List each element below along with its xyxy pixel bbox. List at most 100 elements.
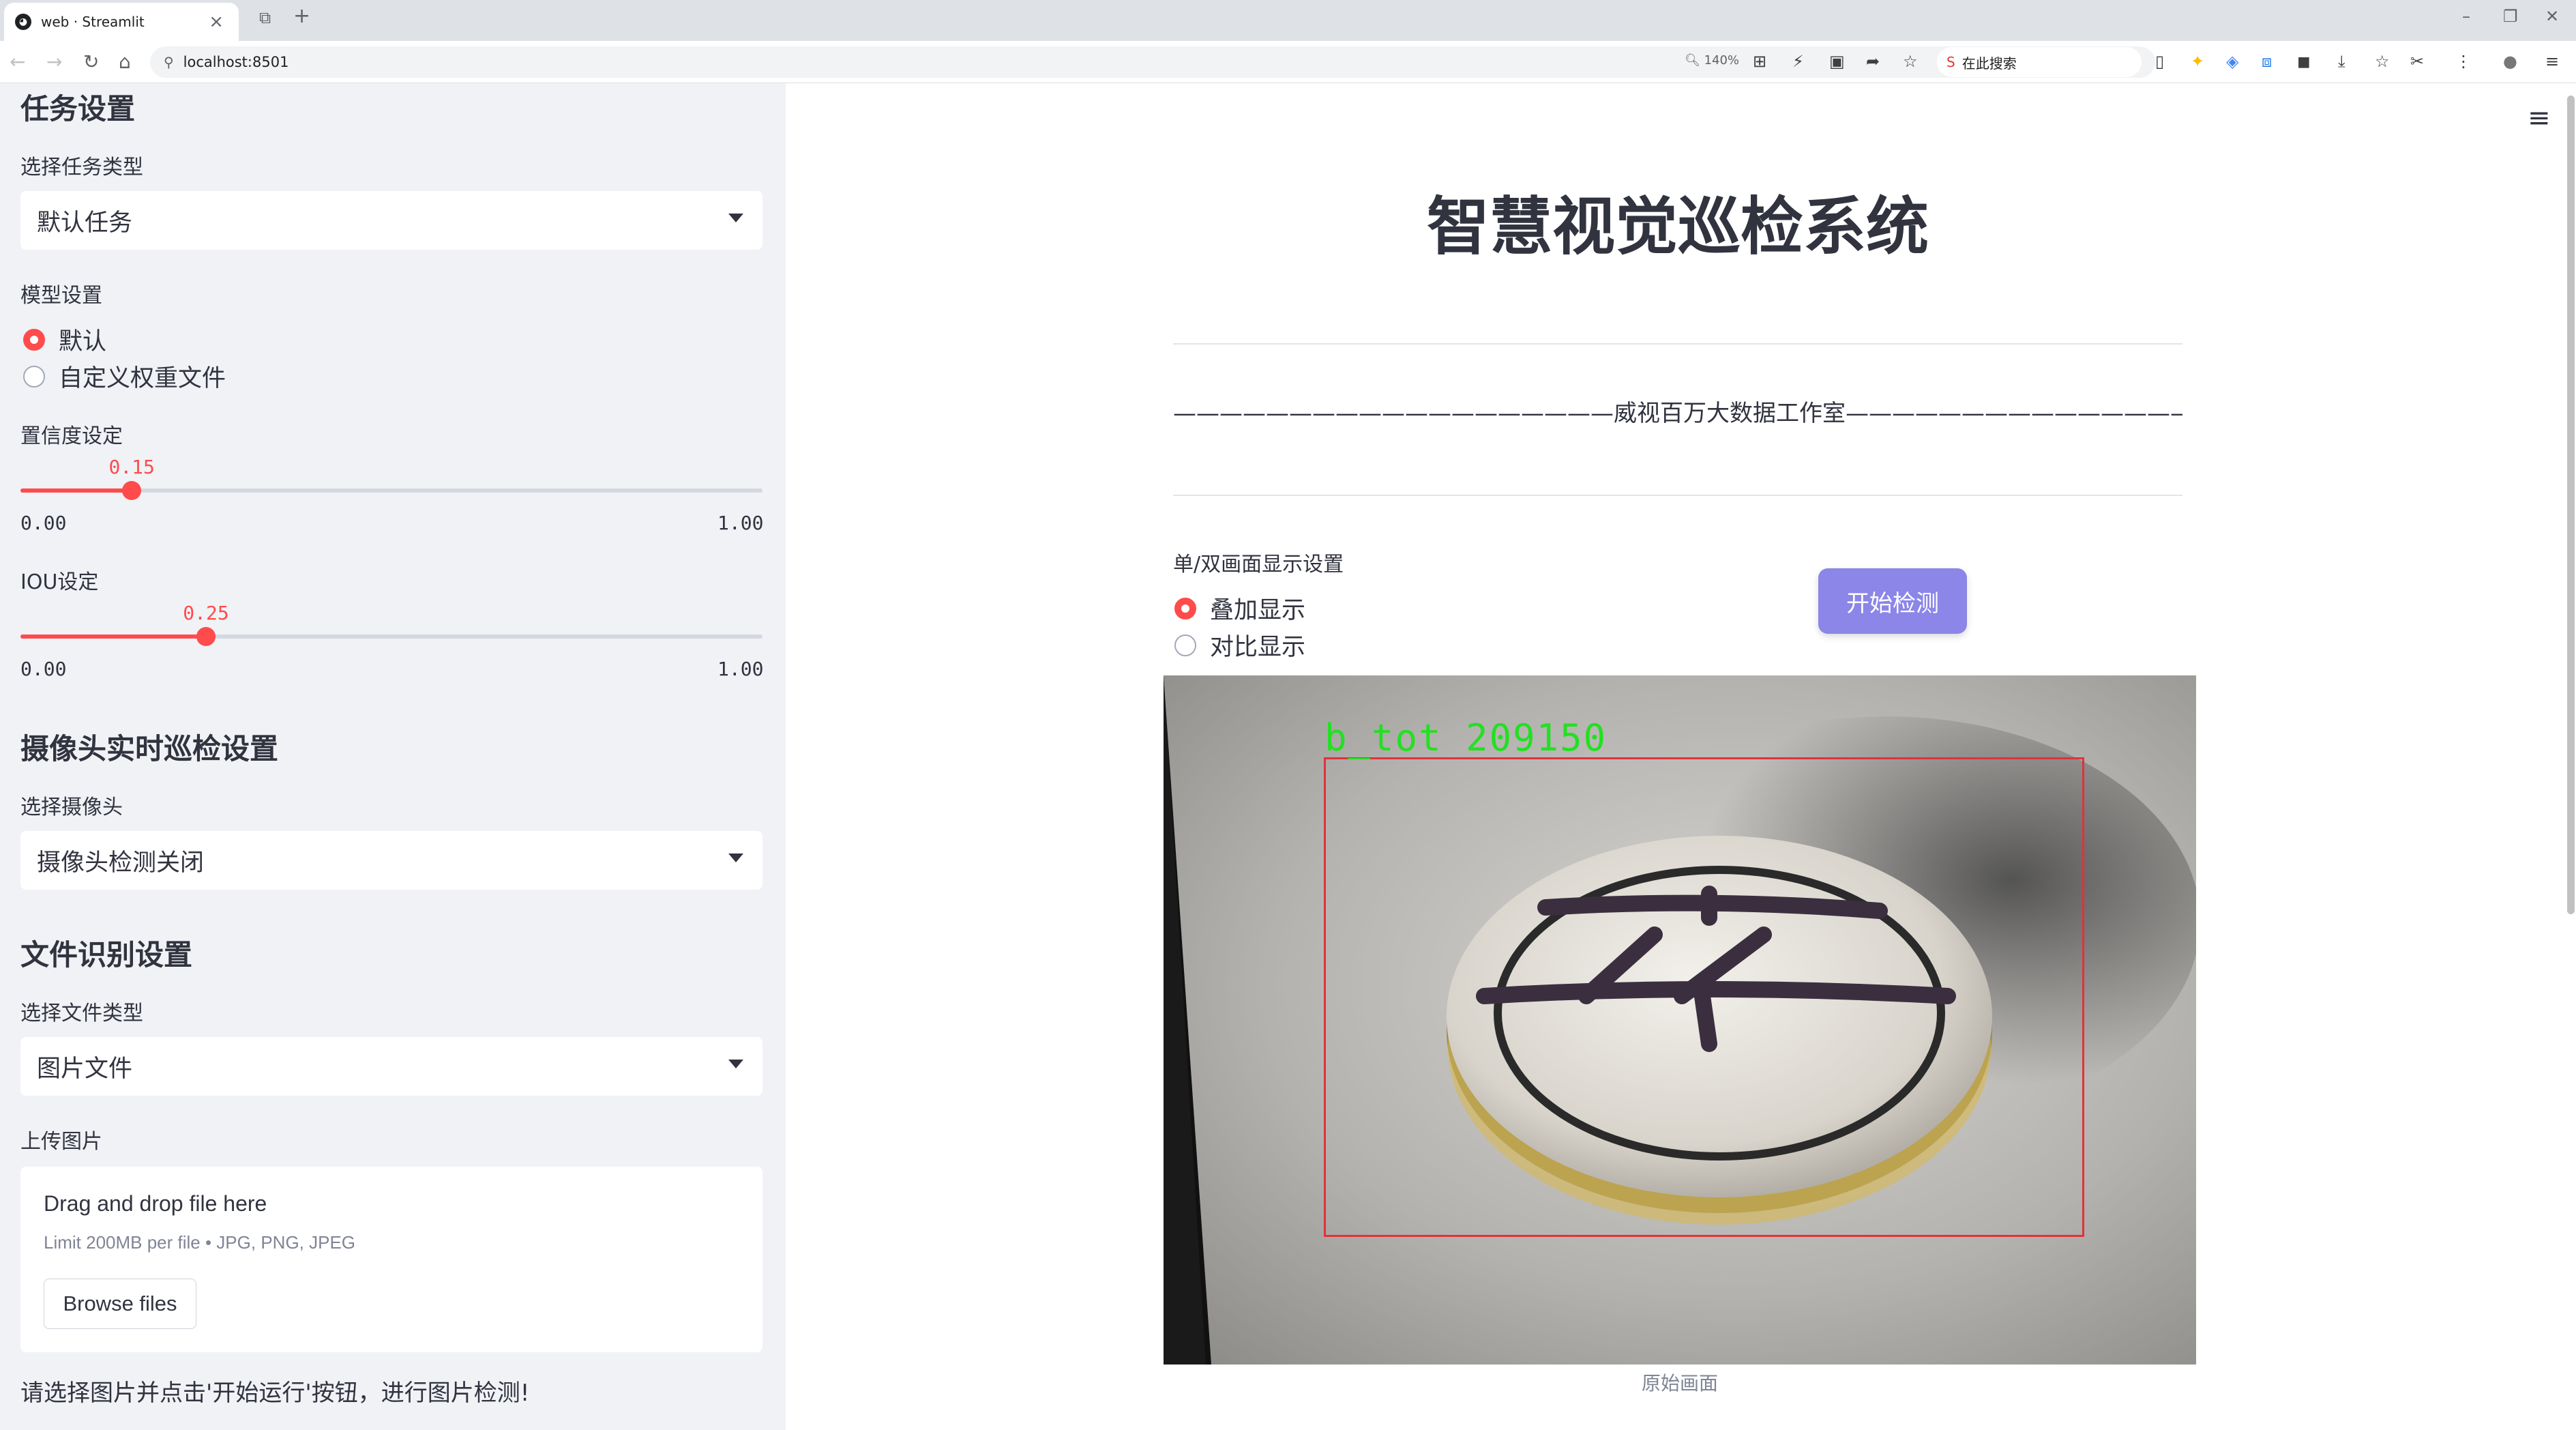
search-box[interactable]: S 在此搜索 <box>1937 47 2142 77</box>
tab-title: web · Streamlit <box>41 14 145 30</box>
iou-label: IOU设定 <box>20 570 99 594</box>
slider-thumb[interactable] <box>196 627 216 646</box>
window-close-icon[interactable]: ✕ <box>2545 7 2559 26</box>
slider-thumb[interactable] <box>122 481 142 500</box>
iou-value: 0.25 <box>183 602 229 624</box>
page-scrollbar[interactable] <box>2567 96 2575 914</box>
iou-max: 1.00 <box>717 658 764 680</box>
favorites-icon[interactable]: ☆ <box>2375 52 2390 71</box>
chevron-down-icon <box>728 853 743 862</box>
task-section-title: 任务设置 <box>20 92 136 126</box>
bookmark-star-icon[interactable]: ☆ <box>1903 52 1918 71</box>
address-bar: ← → ↻ ⌂ ⚲ localhost:8501 🔍︎ 140% ⊞ ⚡ ▣ ➦… <box>0 41 2576 83</box>
limit-text: Limit 200MB per file • JPG, PNG, JPEG <box>44 1232 356 1253</box>
share-icon[interactable]: ➦ <box>1866 52 1880 71</box>
divider <box>1173 495 2182 496</box>
file-type-select[interactable]: 图片文件 <box>20 1037 763 1096</box>
file-type-label: 选择文件类型 <box>20 1002 143 1025</box>
screenshot-icon[interactable]: ▣ <box>1829 52 1845 71</box>
search-placeholder: 在此搜索 <box>1961 55 2017 72</box>
profile-avatar-icon[interactable]: ● <box>2503 52 2517 71</box>
url-text: localhost:8501 <box>183 54 289 70</box>
home-icon[interactable]: ⌂ <box>119 50 131 73</box>
model-option-custom[interactable]: 自定义权重文件 <box>23 359 226 394</box>
site-info-icon[interactable]: ⚲ <box>164 54 174 70</box>
file-type-value: 图片文件 <box>37 1055 133 1083</box>
iou-slider[interactable] <box>20 627 763 646</box>
chevron-down-icon <box>728 1060 743 1068</box>
model-label: 模型设置 <box>20 284 102 308</box>
browse-files-button[interactable]: Browse files <box>44 1279 196 1329</box>
extension-star-icon[interactable]: ✦ <box>2191 52 2204 71</box>
radio-checked-icon <box>23 328 45 351</box>
task-type-label: 选择任务类型 <box>20 156 143 179</box>
reload-icon[interactable]: ↻ <box>83 50 99 73</box>
radio-unchecked-icon <box>23 365 45 388</box>
extension-puzzle-icon[interactable]: ◈ <box>2226 52 2238 71</box>
divider <box>1173 343 2182 345</box>
minimize-icon[interactable]: – <box>2462 7 2470 26</box>
confidence-value: 0.15 <box>108 456 155 478</box>
camera-label: 选择摄像头 <box>20 796 123 819</box>
download-icon[interactable]: ⤓ <box>2338 52 2345 71</box>
slider-fill <box>20 488 132 493</box>
confidence-label: 置信度设定 <box>20 424 123 448</box>
task-type-select[interactable]: 默认任务 <box>20 191 763 250</box>
detection-bounding-box <box>1324 757 2084 1237</box>
page-title: 智慧视觉巡检系统 <box>1426 190 1929 263</box>
detection-image: b_tot 209150 <box>1164 675 2196 1365</box>
hint-text: 请选择图片并点击'开始运行'按钮，进行图片检测! <box>20 1380 530 1407</box>
start-detection-button[interactable]: 开始检测 <box>1818 568 1967 634</box>
model-option-label: 默认 <box>59 328 107 355</box>
task-type-value: 默认任务 <box>37 209 133 237</box>
streamlit-favicon-icon: ◕ <box>15 14 31 30</box>
close-tab-icon[interactable]: × <box>209 12 224 32</box>
restore-icon[interactable]: ❐ <box>2503 7 2518 26</box>
zoom-level: 140% <box>1704 53 1740 68</box>
cut-icon[interactable]: ✂ <box>2410 52 2424 71</box>
detection-label: b_tot 209150 <box>1324 716 1608 759</box>
phone-icon[interactable]: ▯ <box>2155 52 2164 71</box>
search-engine-icon: S <box>1946 54 1955 70</box>
file-section-title: 文件识别设置 <box>20 938 193 972</box>
studio-subtitle: ———————————————————威视百万大数据工作室———————————… <box>1173 400 2182 427</box>
model-option-default[interactable]: 默认 <box>23 322 106 357</box>
more-icon[interactable]: ⋮ <box>2455 52 2472 71</box>
forward-icon[interactable]: → <box>46 50 62 73</box>
confidence-slider[interactable] <box>20 481 763 500</box>
url-field[interactable]: ⚲ localhost:8501 🔍︎ 140% ⊞ ⚡ ▣ ➦ ☆ <box>150 46 2155 78</box>
display-option-label: 对比显示 <box>1210 634 1306 661</box>
extension-box-icon[interactable]: ⧈ <box>2262 52 2272 71</box>
chevron-down-icon <box>728 214 743 222</box>
tab-groups-icon[interactable]: ⧉ <box>259 8 271 27</box>
camera-select[interactable]: 摄像头检测关闭 <box>20 831 763 890</box>
radio-checked-icon <box>1174 597 1196 619</box>
display-option-label: 叠加显示 <box>1210 597 1306 624</box>
camera-section-title: 摄像头实时巡检设置 <box>20 732 279 765</box>
browser-tab[interactable]: ◕ web · Streamlit × <box>4 3 239 41</box>
bolt-icon[interactable]: ⚡ <box>1792 52 1804 71</box>
drop-text: Drag and drop file here <box>44 1191 267 1216</box>
confidence-max: 1.00 <box>717 512 764 534</box>
display-mode-label: 单/双画面显示设置 <box>1173 553 1344 577</box>
display-option-compare[interactable]: 对比显示 <box>1174 628 1305 662</box>
model-option-label: 自定义权重文件 <box>59 365 226 392</box>
back-icon[interactable]: ← <box>10 50 25 73</box>
sidebar: 任务设置 选择任务类型 默认任务 模型设置 默认 自定义权重文件 置信度设定 0… <box>0 83 786 1430</box>
radio-unchecked-icon <box>1174 634 1196 656</box>
camera-value: 摄像头检测关闭 <box>37 849 205 877</box>
slider-fill <box>20 634 206 639</box>
confidence-min: 0.00 <box>20 512 67 534</box>
browser-menu-icon[interactable]: ≡ <box>2545 52 2559 71</box>
display-option-overlay[interactable]: 叠加显示 <box>1174 591 1305 626</box>
iou-min: 0.00 <box>20 658 67 680</box>
new-tab-icon[interactable]: + <box>293 4 310 28</box>
image-caption: 原始画面 <box>1641 1372 1718 1395</box>
upload-label: 上传图片 <box>20 1130 102 1154</box>
translate-icon[interactable]: ⊞ <box>1753 52 1766 71</box>
file-uploader-dropzone[interactable]: Drag and drop file here Limit 200MB per … <box>20 1167 763 1352</box>
browser-tab-bar: ◕ web · Streamlit × ⧉ + – ❐ ✕ <box>0 0 2576 41</box>
zoom-indicator[interactable]: 🔍︎ 140% <box>1685 53 1739 68</box>
extension-dark-icon[interactable]: ◼ <box>2297 52 2311 71</box>
hamburger-menu-icon[interactable]: ≡ <box>2528 102 2551 134</box>
